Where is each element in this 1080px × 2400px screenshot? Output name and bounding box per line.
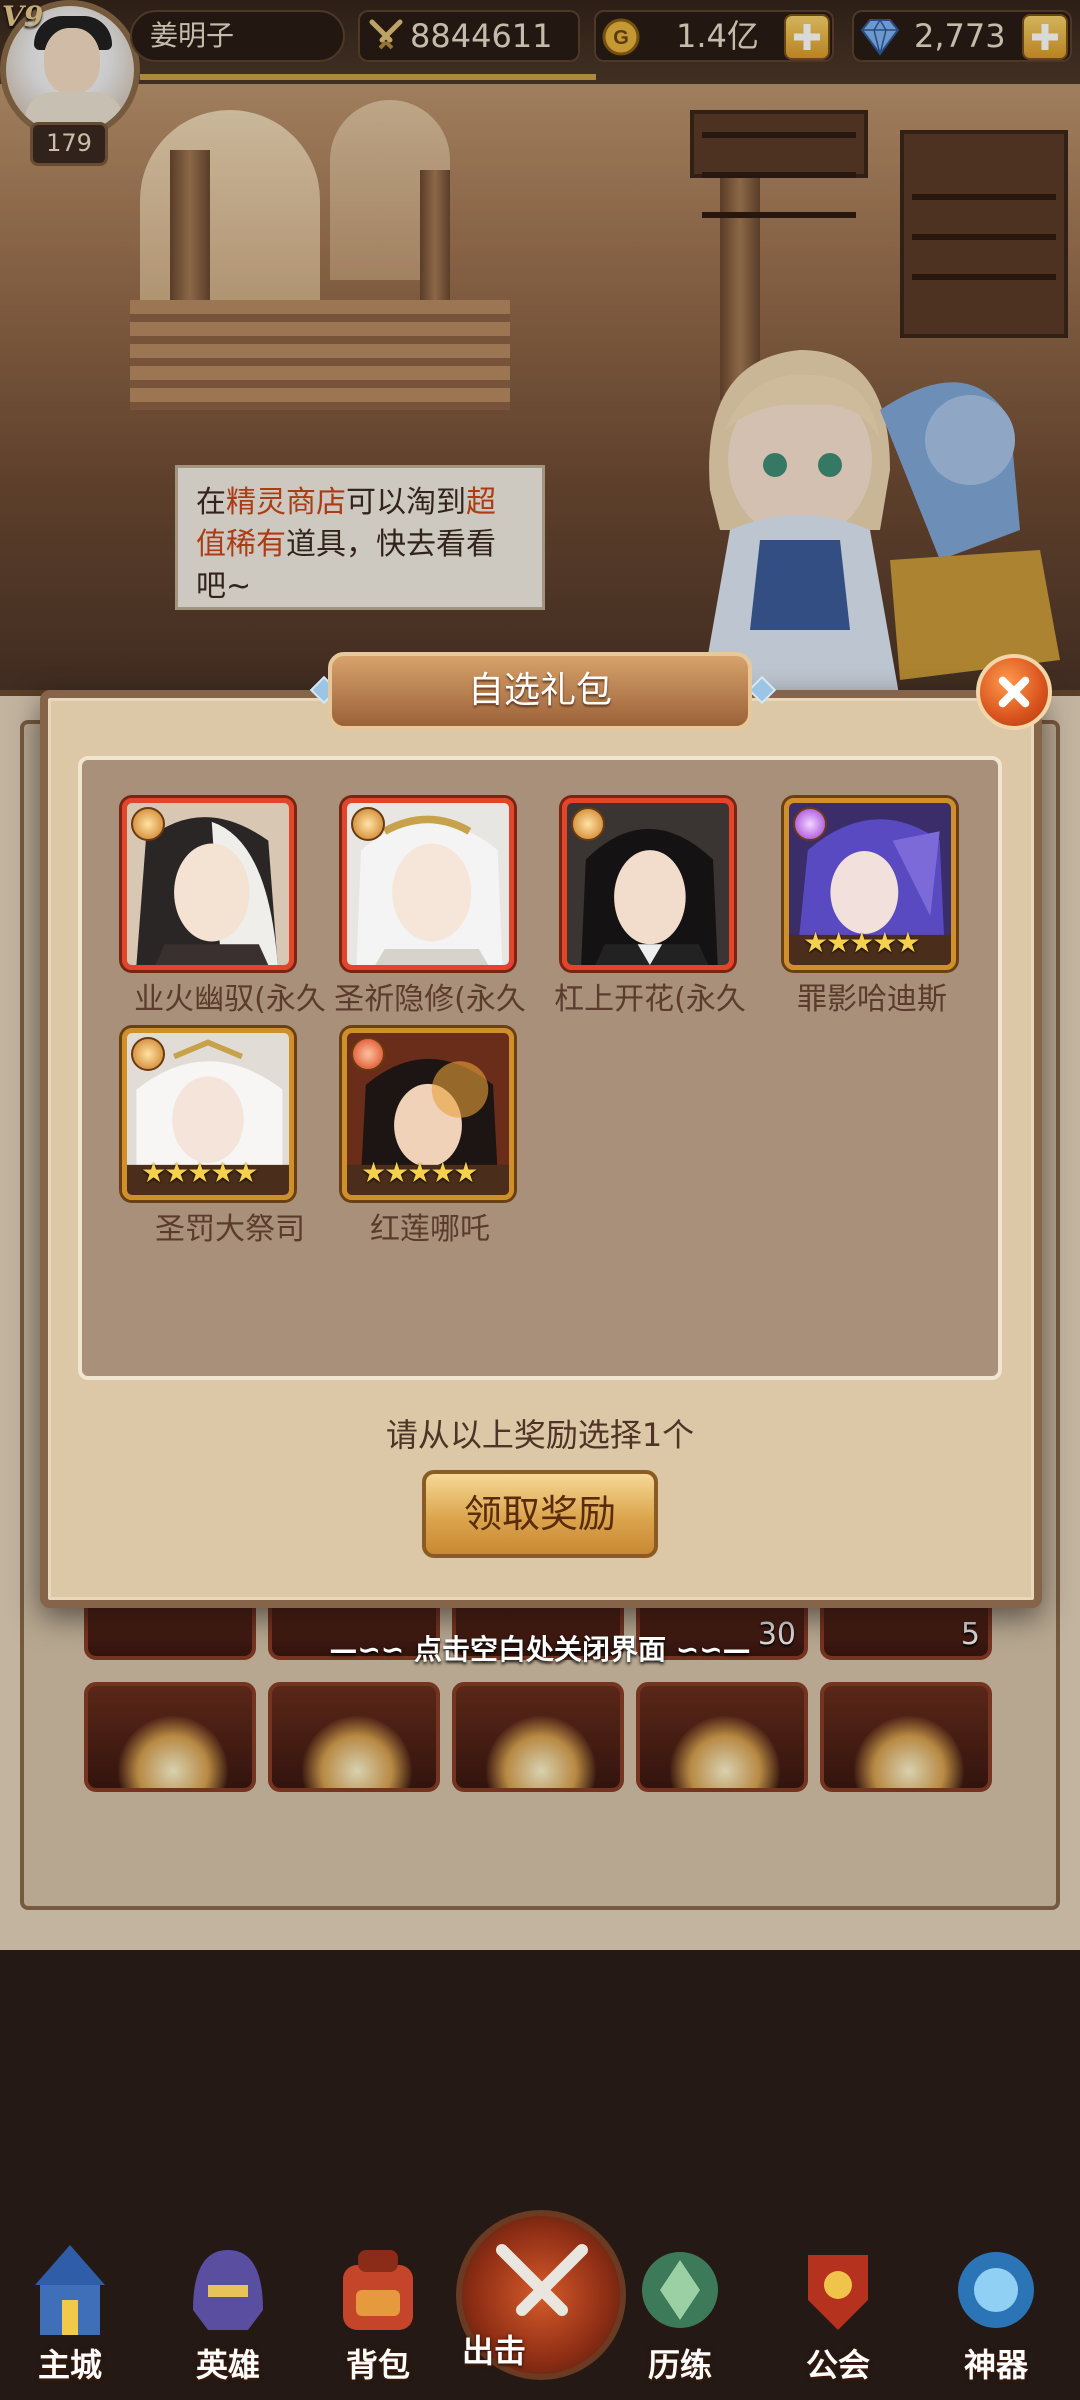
reward-label: 业火幽驭(永久 (134, 982, 326, 1017)
reward-card[interactable] (122, 798, 294, 970)
nav-label: 神器 (963, 2346, 1028, 2384)
nav-label: 历练 (647, 2346, 712, 2384)
reward-label: 红莲哪吒 (370, 1212, 490, 1247)
nav-item-guild[interactable]: 公会 (768, 2220, 908, 2400)
castle-icon (35, 2245, 105, 2335)
crossed-swords-icon (496, 2244, 588, 2316)
selection-hint: 请从以上奖励选择1个 (385, 1416, 695, 1454)
nav-item-main-city[interactable]: 主城 (0, 2220, 140, 2400)
training-icon (642, 2252, 718, 2328)
reward-label: 圣罚大祭司 (155, 1212, 305, 1247)
modal-title: 自选礼包 (328, 652, 752, 730)
nav-label: 出击 (462, 2332, 527, 2370)
close-modal-button[interactable] (976, 654, 1052, 730)
reward-label: 杠上开花(永久 (554, 982, 746, 1017)
guild-icon (808, 2255, 868, 2330)
nav-label: 公会 (805, 2346, 870, 2384)
reward-label: 罪影哈迪斯 (797, 982, 947, 1017)
sun-element-icon (131, 1037, 165, 1071)
clothing-icon (571, 807, 605, 841)
reward-card[interactable] (562, 798, 734, 970)
reward-card[interactable] (342, 798, 514, 970)
nav-item-artifact[interactable]: 神器 (926, 2220, 1066, 2400)
artifact-icon (958, 2252, 1034, 2328)
violet-element-icon (793, 807, 827, 841)
nav-label: 背包 (345, 2346, 410, 2384)
star-rating: ★★★★★ (361, 1156, 479, 1189)
reward-card[interactable]: ★★★★★ (122, 1028, 294, 1200)
reward-card[interactable]: ★★★★★ (784, 798, 956, 970)
backpack-icon (343, 2250, 413, 2330)
claim-reward-button[interactable]: 领取奖励 (422, 1470, 658, 1558)
nav-item-battle[interactable]: 出击 (456, 2210, 626, 2380)
star-rating: ★★★★★ (141, 1156, 259, 1189)
close-tip: —∽∽ 点击空白处关闭界面 ∽∽— (329, 1633, 751, 1666)
reward-card[interactable]: ★★★★★ (342, 1028, 514, 1200)
clothing-icon (351, 807, 385, 841)
star-rating: ★★★★★ (803, 926, 921, 959)
nav-item-backpack[interactable]: 背包 (308, 2220, 448, 2400)
nav-label: 主城 (37, 2346, 102, 2384)
clothing-icon (131, 807, 165, 841)
nav-item-training[interactable]: 历练 (610, 2220, 750, 2400)
reward-label: 圣祈隐修(永久 (334, 982, 526, 1017)
fire-element-icon (351, 1037, 385, 1071)
nav-label: 英雄 (195, 2346, 260, 2384)
nav-item-heroes[interactable]: 英雄 (158, 2220, 298, 2400)
helmet-icon (193, 2250, 263, 2330)
